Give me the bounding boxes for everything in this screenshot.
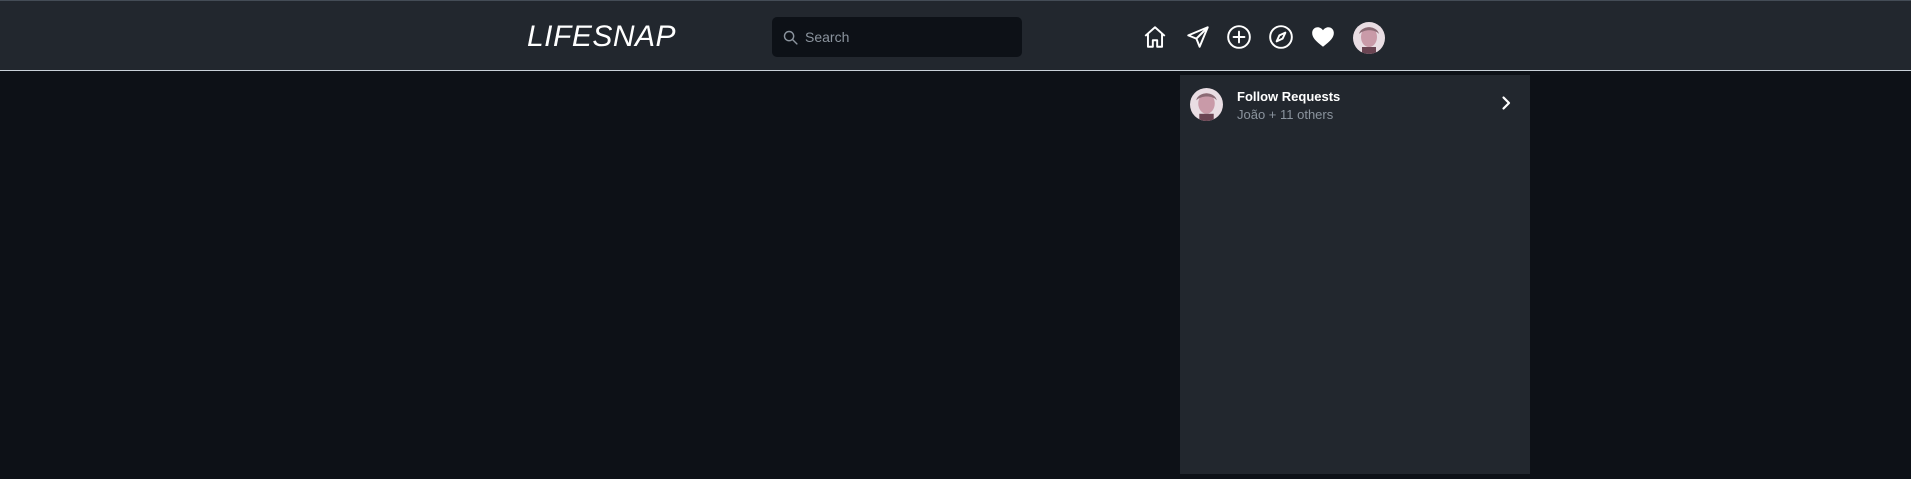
send-icon — [1187, 26, 1209, 48]
app-page: LIFESNAP Search Follow Requests João + 1… — [0, 0, 1911, 479]
notifications-button[interactable] — [1309, 23, 1337, 51]
notifications-dropdown: Follow Requests João + 11 others — [1180, 75, 1530, 474]
follow-request-avatar — [1190, 88, 1223, 121]
explore-icon — [1269, 25, 1293, 49]
chevron-right-icon — [1502, 96, 1511, 110]
heart-icon — [1312, 27, 1334, 47]
search-input[interactable] — [805, 22, 1020, 52]
search-box[interactable] — [772, 17, 1022, 57]
home-icon — [1144, 26, 1166, 48]
add-post-icon — [1227, 25, 1251, 49]
follow-requests-subtitle: João + 11 others — [1237, 107, 1334, 122]
avatar-image — [1190, 88, 1223, 121]
top-nav-bar: LIFESNAP — [0, 0, 1911, 71]
follow-requests-title: Follow Requests — [1237, 89, 1341, 104]
app-logo[interactable]: LIFESNAP — [527, 19, 676, 55]
avatar-image — [1353, 22, 1385, 54]
explore-button[interactable] — [1267, 23, 1295, 51]
messages-button[interactable] — [1184, 23, 1212, 51]
new-post-button[interactable] — [1225, 23, 1253, 51]
search-icon — [783, 30, 798, 45]
follow-requests-item[interactable]: Follow Requests João + 11 others — [1180, 75, 1530, 137]
profile-avatar[interactable] — [1353, 22, 1385, 54]
home-button[interactable] — [1141, 23, 1169, 51]
